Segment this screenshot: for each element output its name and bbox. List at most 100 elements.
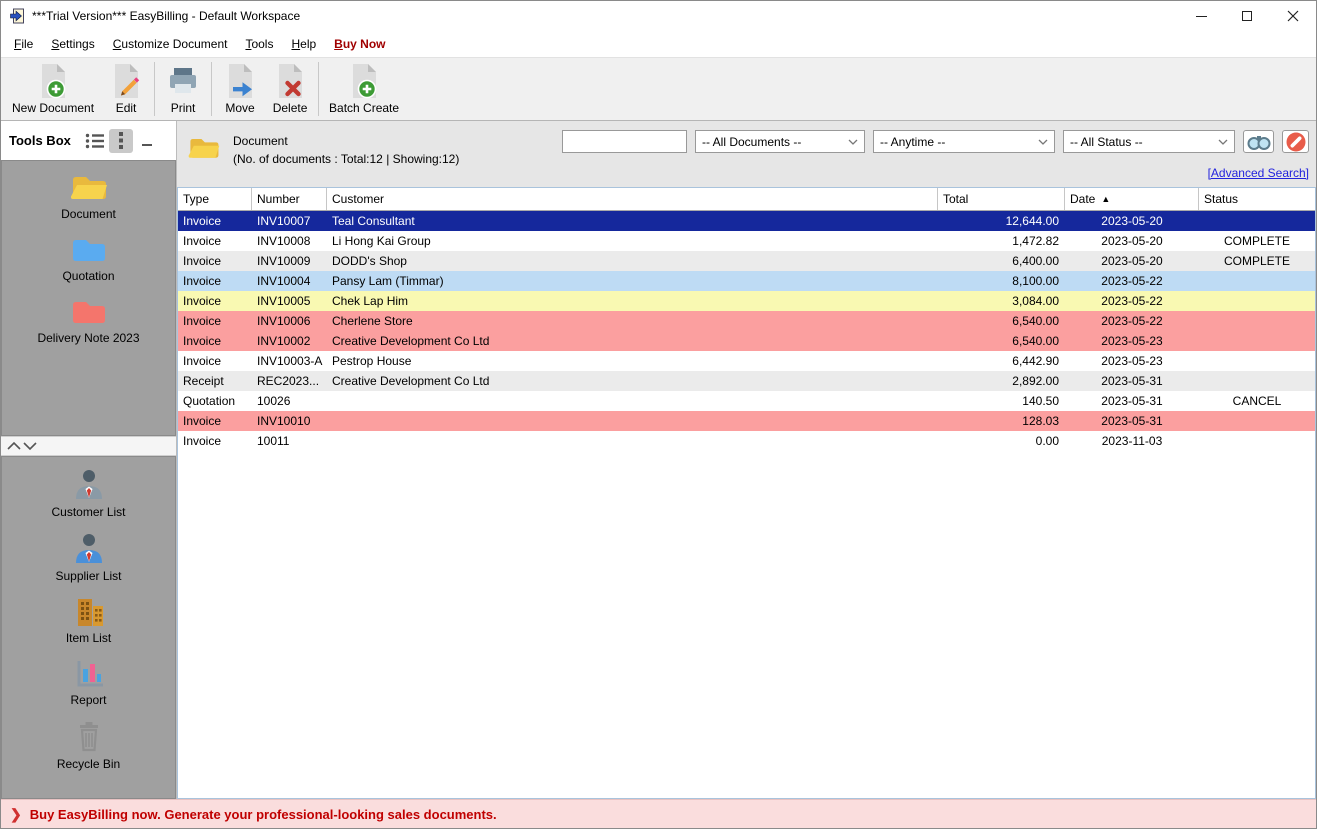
menu-tools[interactable]: Tools bbox=[236, 33, 282, 55]
column-header-status[interactable]: Status bbox=[1199, 188, 1315, 210]
cell-number: INV10003-A bbox=[252, 351, 327, 371]
menu-settings[interactable]: Settings bbox=[42, 33, 103, 55]
cell-customer bbox=[327, 411, 938, 431]
cell-date: 2023-05-20 bbox=[1065, 231, 1199, 251]
lists-panel: Customer List Supplier List bbox=[1, 456, 176, 799]
status-filter[interactable]: -- All Status -- bbox=[1063, 130, 1235, 153]
folder-open-yellow-icon bbox=[187, 134, 221, 161]
cell-number: 10026 bbox=[252, 391, 327, 411]
advanced-search-link[interactable]: [Advanced Search] bbox=[1208, 166, 1309, 180]
clear-search-button[interactable] bbox=[1282, 130, 1309, 153]
minimize-panel-icon bbox=[142, 144, 152, 146]
cell-date: 2023-05-22 bbox=[1065, 291, 1199, 311]
table-row[interactable]: InvoiceINV10007Teal Consultant12,644.002… bbox=[178, 211, 1315, 231]
menu-help[interactable]: Help bbox=[282, 33, 325, 55]
print-button[interactable]: Print bbox=[158, 60, 208, 118]
cell-date: 2023-05-23 bbox=[1065, 331, 1199, 351]
table-row[interactable]: InvoiceINV10010128.032023-05-31 bbox=[178, 411, 1315, 431]
cell-number: INV10008 bbox=[252, 231, 327, 251]
sidebar-item-supplier-list[interactable]: Supplier List bbox=[2, 532, 175, 583]
chevron-right-icon: ❯ bbox=[10, 806, 22, 823]
table-row[interactable]: Quotation10026140.502023-05-31CANCEL bbox=[178, 391, 1315, 411]
maximize-button[interactable] bbox=[1224, 1, 1270, 31]
menu-file[interactable]: File bbox=[5, 33, 42, 55]
cell-total: 3,084.00 bbox=[938, 291, 1065, 311]
toolbar-separator bbox=[318, 62, 319, 116]
sidebar-item-report[interactable]: Report bbox=[2, 658, 175, 707]
sidebar-item-quotation[interactable]: Quotation bbox=[2, 234, 175, 283]
titlebar: ***Trial Version*** EasyBilling - Defaul… bbox=[1, 1, 1316, 31]
edit-button[interactable]: Edit bbox=[101, 60, 151, 118]
sidebar-item-item-list[interactable]: Item List bbox=[2, 596, 175, 645]
cell-total: 6,400.00 bbox=[938, 251, 1065, 271]
table-row[interactable]: InvoiceINV10005Chek Lap Him3,084.002023-… bbox=[178, 291, 1315, 311]
document-move-icon bbox=[222, 62, 258, 100]
table-row[interactable]: InvoiceINV10006Cherlene Store6,540.00202… bbox=[178, 311, 1315, 331]
table-row[interactable]: Invoice100110.002023-11-03 bbox=[178, 431, 1315, 451]
table-row[interactable]: InvoiceINV10008Li Hong Kai Group1,472.82… bbox=[178, 231, 1315, 251]
cell-number: INV10005 bbox=[252, 291, 327, 311]
search-input[interactable] bbox=[562, 130, 687, 153]
minimize-icon bbox=[1196, 16, 1207, 17]
sidebar-item-label: Delivery Note 2023 bbox=[37, 331, 139, 345]
cell-total: 8,100.00 bbox=[938, 271, 1065, 291]
menu-buy-now[interactable]: Buy Now bbox=[325, 33, 394, 55]
cell-customer: Pansy Lam (Timmar) bbox=[327, 271, 938, 291]
sidebar-item-delivery-note-2023[interactable]: Delivery Note 2023 bbox=[2, 296, 175, 345]
cell-type: Invoice bbox=[178, 231, 252, 251]
cell-total: 6,442.90 bbox=[938, 351, 1065, 371]
icon-view-button[interactable] bbox=[109, 129, 133, 153]
sidebar-item-recycle-bin[interactable]: Recycle Bin bbox=[2, 720, 175, 771]
new-document-button[interactable]: New Document bbox=[5, 60, 101, 118]
date-filter-value: -- Anytime -- bbox=[880, 135, 945, 149]
person-blue-icon bbox=[71, 532, 107, 564]
document-type-filter[interactable]: -- All Documents -- bbox=[695, 130, 865, 153]
main-content: Document (No. of documents : Total:12 | … bbox=[177, 121, 1316, 799]
document-batch-add-icon bbox=[346, 62, 382, 100]
move-button[interactable]: Move bbox=[215, 60, 265, 118]
table-row[interactable]: ReceiptREC2023...Creative Development Co… bbox=[178, 371, 1315, 391]
search-button[interactable] bbox=[1243, 130, 1274, 153]
column-header-total[interactable]: Total bbox=[938, 188, 1065, 210]
toolbar-button-label: Edit bbox=[116, 101, 137, 115]
list-view-button[interactable] bbox=[83, 129, 107, 153]
document-edit-icon bbox=[108, 62, 144, 100]
menu-customize-document[interactable]: Customize Document bbox=[104, 33, 237, 55]
icon-view-icon bbox=[118, 132, 124, 149]
table-row[interactable]: InvoiceINV10004Pansy Lam (Timmar)8,100.0… bbox=[178, 271, 1315, 291]
minimize-button[interactable] bbox=[1178, 1, 1224, 31]
cell-date: 2023-05-23 bbox=[1065, 351, 1199, 371]
trash-icon bbox=[71, 720, 107, 752]
sidebar-splitter[interactable] bbox=[1, 436, 176, 456]
column-header-customer[interactable]: Customer bbox=[327, 188, 938, 210]
collapse-toolsbox-button[interactable] bbox=[135, 129, 159, 153]
sidebar-item-document[interactable]: Document bbox=[2, 172, 175, 221]
toolbar-button-label: Batch Create bbox=[329, 101, 399, 115]
cell-type: Invoice bbox=[178, 351, 252, 371]
close-button[interactable] bbox=[1270, 1, 1316, 31]
column-header-type[interactable]: Type bbox=[178, 188, 252, 210]
cell-date: 2023-05-22 bbox=[1065, 271, 1199, 291]
document-table: Type Number Customer Total Date ▲ Status… bbox=[177, 187, 1316, 799]
sidebar-item-customer-list[interactable]: Customer List bbox=[2, 468, 175, 519]
cell-date: 2023-05-31 bbox=[1065, 411, 1199, 431]
cell-number: INV10010 bbox=[252, 411, 327, 431]
column-header-date[interactable]: Date ▲ bbox=[1065, 188, 1199, 210]
table-row[interactable]: InvoiceINV10003-APestrop House6,442.9020… bbox=[178, 351, 1315, 371]
table-row[interactable]: InvoiceINV10009DODD's Shop6,400.002023-0… bbox=[178, 251, 1315, 271]
tools-box-header: Tools Box bbox=[1, 121, 176, 160]
delete-button[interactable]: Delete bbox=[265, 60, 315, 118]
table-row[interactable]: InvoiceINV10002Creative Development Co L… bbox=[178, 331, 1315, 351]
bar-chart-icon bbox=[71, 658, 107, 688]
app-window: ***Trial Version*** EasyBilling - Defaul… bbox=[0, 0, 1317, 829]
batch-create-button[interactable]: Batch Create bbox=[322, 60, 406, 118]
menubar: File Settings Customize Document Tools H… bbox=[1, 31, 1316, 57]
column-header-number[interactable]: Number bbox=[252, 188, 327, 210]
sidebar-item-label: Customer List bbox=[51, 505, 125, 519]
clear-icon bbox=[1285, 131, 1307, 153]
date-filter[interactable]: -- Anytime -- bbox=[873, 130, 1055, 153]
folder-red-icon bbox=[69, 296, 109, 326]
document-add-icon bbox=[35, 62, 71, 100]
cell-number: INV10006 bbox=[252, 311, 327, 331]
status-filter-value: -- All Status -- bbox=[1070, 135, 1143, 149]
